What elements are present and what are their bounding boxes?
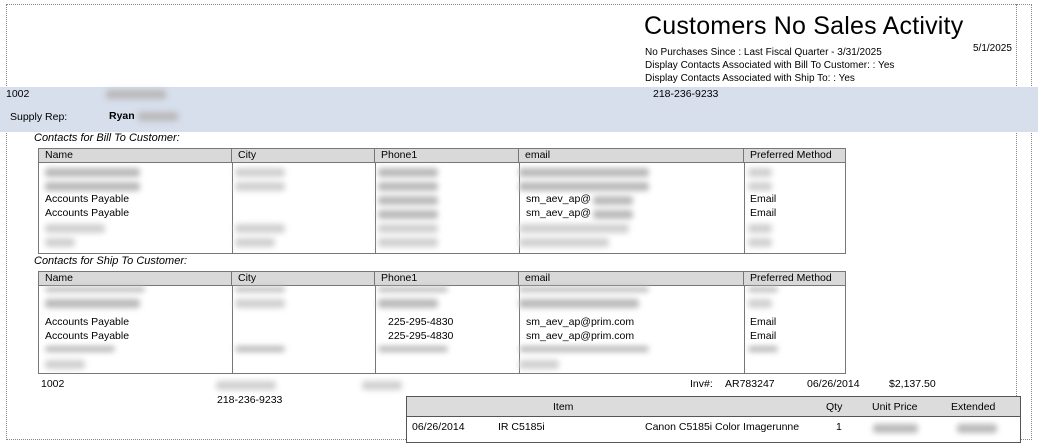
col-email: email <box>519 149 744 163</box>
page-edge <box>1016 4 1017 440</box>
line-description: Canon C5185i Color Imagerunne <box>645 421 800 433</box>
bill-to-contacts-table: Name City Phone1 email Preferred Method … <box>38 148 846 254</box>
col-phone1: Phone1 <box>375 272 519 286</box>
contact-name: Accounts Payable <box>45 193 130 205</box>
col-unit-price: Unit Price <box>872 401 918 413</box>
supply-rep-label: Supply Rep: <box>10 111 68 123</box>
contact-email: sm_aev_ap@prim.com <box>526 316 635 328</box>
invoice-line-table: Item Qty Unit Price Extended 06/26/2014 … <box>406 396 1021 443</box>
contact-email: sm_aev_ap@prim.com <box>526 330 635 342</box>
table-row <box>45 182 140 191</box>
customer-name-redacted <box>106 90 166 99</box>
contact-email: sm_aev_ap@ <box>526 207 591 219</box>
col-item: Item <box>553 401 574 413</box>
supply-rep-surname-redacted <box>138 112 178 121</box>
invoice-line-header: Item Qty Unit Price Extended <box>407 397 1020 417</box>
invoice-customer-phone: 218-236-9233 <box>217 394 283 406</box>
customer-phone: 218-236-9233 <box>653 88 719 100</box>
param-no-purchases: No Purchases Since : Last Fiscal Quarter… <box>645 47 882 58</box>
param-bill-to-contacts: Display Contacts Associated with Bill To… <box>645 60 895 71</box>
invoice-amount: $2,137.50 <box>889 378 936 390</box>
col-email: email <box>519 272 744 286</box>
col-name: Name <box>39 149 232 163</box>
ship-to-header-row: Name City Phone1 email Preferred Method <box>39 272 845 286</box>
invoice-date: 06/26/2014 <box>807 378 860 390</box>
contact-method: Email <box>750 207 777 219</box>
contact-name: Accounts Payable <box>45 330 130 342</box>
table-row <box>45 287 145 292</box>
ship-to-contacts-table: Name City Phone1 email Preferred Method … <box>38 271 846 374</box>
contact-name: Accounts Payable <box>45 316 130 328</box>
table-row <box>45 360 85 369</box>
col-name: Name <box>39 272 232 286</box>
line-extended-redacted <box>957 424 997 433</box>
col-preferred-method: Preferred Method <box>750 272 832 284</box>
table-row <box>45 224 105 233</box>
invoice-city-redacted <box>362 381 402 390</box>
bill-to-header-row: Name City Phone1 email Preferred Method <box>39 149 845 163</box>
invoice-customer-number: 1002 <box>41 378 65 390</box>
supply-rep-name: Ryan <box>109 110 135 122</box>
bill-to-section-label: Contacts for Bill To Customer: <box>34 132 180 144</box>
col-extended: Extended <box>951 401 996 413</box>
customer-number: 1002 <box>6 88 30 100</box>
report-title: Customers No Sales Activity <box>644 12 964 40</box>
report-date: 5/1/2025 <box>973 43 1012 54</box>
ship-to-section-label: Contacts for Ship To Customer: <box>34 255 188 267</box>
table-row <box>45 299 140 308</box>
contact-method: Email <box>750 330 777 342</box>
line-item: IR C5185i <box>498 421 545 433</box>
contact-method: Email <box>750 193 777 205</box>
col-phone1: Phone1 <box>375 149 519 163</box>
table-row <box>45 346 115 352</box>
contact-phone: 225-295-4830 <box>388 330 454 342</box>
contact-phone: 225-295-4830 <box>388 316 454 328</box>
line-qty: 1 <box>836 421 842 433</box>
table-row <box>45 168 140 177</box>
param-ship-to-contacts: Display Contacts Associated with Ship To… <box>645 73 855 84</box>
invoice-customer-name-redacted <box>216 381 276 390</box>
col-preferred-method: Preferred Method <box>750 149 832 161</box>
line-unit-price-redacted <box>873 424 918 433</box>
col-qty: Qty <box>826 401 843 413</box>
invoice-number[interactable]: AR783247 <box>725 378 775 390</box>
contact-name: Accounts Payable <box>45 207 130 219</box>
col-city: City <box>232 149 375 163</box>
contact-email: sm_aev_ap@ <box>526 193 591 205</box>
contact-method: Email <box>750 316 777 328</box>
line-date: 06/26/2014 <box>412 421 465 433</box>
invoice-label: Inv#: <box>690 378 713 390</box>
table-row <box>45 238 75 247</box>
col-city: City <box>232 272 375 286</box>
